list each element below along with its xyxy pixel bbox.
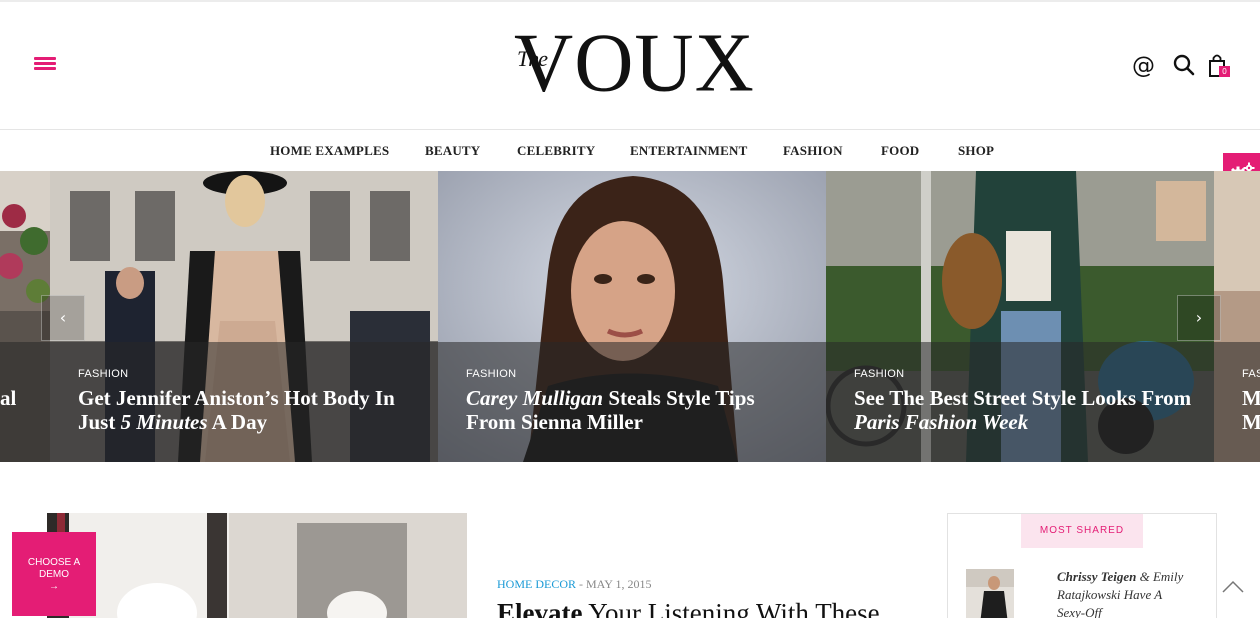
demo-label-line1: CHOOSE A [27,557,81,568]
at-icon[interactable]: @ [1132,52,1158,80]
slide-title[interactable]: Get Jennifer Aniston’s Hot Body In Just … [78,386,418,434]
cart-count-badge: 0 [1219,66,1230,77]
post-category-link[interactable]: HOME DECOR [497,577,576,591]
meta-separator: - [576,577,587,591]
nav-item-entertainment[interactable]: ENTERTAINMENT [630,143,747,159]
logo-wordmark: VOUX [514,16,755,109]
nav-item-food[interactable]: FOOD [881,143,919,159]
post-meta: HOME DECOR - MAY 1, 2015 [497,577,651,592]
menu-icon[interactable] [34,57,56,71]
slide-carey-mulligan[interactable]: FASHION Carey Mulligan Steals Style Tips… [438,171,826,462]
search-icon[interactable] [1172,52,1198,80]
post-title[interactable]: Elevate Your Listening With These [497,598,880,618]
scroll-to-top-button[interactable] [1220,573,1246,599]
choose-demo-button[interactable]: CHOOSE A DEMO → [12,532,96,616]
shared-post-thumbnail[interactable] [966,569,1014,618]
shared-post-title[interactable]: Chrissy Teigen & Emily Ratajkowski Have … [1057,568,1207,618]
slide-category[interactable]: FASHION [854,368,904,380]
post-date: MAY 1, 2015 [586,577,652,591]
nav-item-shop[interactable]: SHOP [958,143,994,159]
site-logo[interactable]: The VOUX [512,20,754,105]
featured-post-image[interactable] [47,513,467,618]
nav-item-home-examples[interactable]: HOME EXAMPLES [270,143,389,159]
slide-title[interactable]: al [0,386,40,410]
slider-next-button[interactable]: › [1177,295,1221,341]
slide-jennifer-aniston[interactable]: FASHION Get Jennifer Aniston’s Hot Body … [50,171,438,462]
shopping-bag-icon[interactable]: 0 [1206,52,1232,80]
slide-paris-fashion-week[interactable]: FASHION See The Best Street Style Looks … [826,171,1214,462]
nav-item-fashion[interactable]: FASHION [783,143,843,159]
featured-slider: al FASHION Get Jennifer Aniston’s Hot Bo… [0,171,1260,462]
nav-item-celebrity[interactable]: CELEBRITY [517,143,595,159]
post-title-rest: Your Listening With These [582,598,880,618]
most-shared-widget: MOST SHARED Chrissy Teigen & Emily Rataj… [947,513,1217,618]
chevron-up-icon [1222,580,1244,593]
slide-title[interactable]: MM [1242,386,1260,434]
at-symbol: @ [1132,53,1155,79]
most-shared-heading: MOST SHARED [1021,514,1143,548]
slide-title[interactable]: See The Best Street Style Looks From Par… [854,386,1194,434]
slide-title[interactable]: Carey Mulligan Steals Style Tips From Si… [466,386,806,434]
post-title-bold: Elevate [497,598,583,618]
post-image-graphic [47,513,467,618]
shared-post-name: Chrissy Teigen [1057,569,1137,584]
top-border [0,0,1260,2]
main-nav: HOME EXAMPLES BEAUTY CELEBRITY ENTERTAIN… [0,129,1260,171]
slide-category[interactable]: FASHION [78,368,128,380]
thumbnail-image [966,569,1014,618]
slide-category[interactable]: FAS [1242,368,1260,380]
slider-prev-button[interactable]: ‹ [41,295,85,341]
demo-label-line2: DEMO [39,569,69,580]
arrow-right-icon: → [49,581,59,592]
nav-item-beauty[interactable]: BEAUTY [425,143,480,159]
slide-category[interactable]: FASHION [466,368,516,380]
